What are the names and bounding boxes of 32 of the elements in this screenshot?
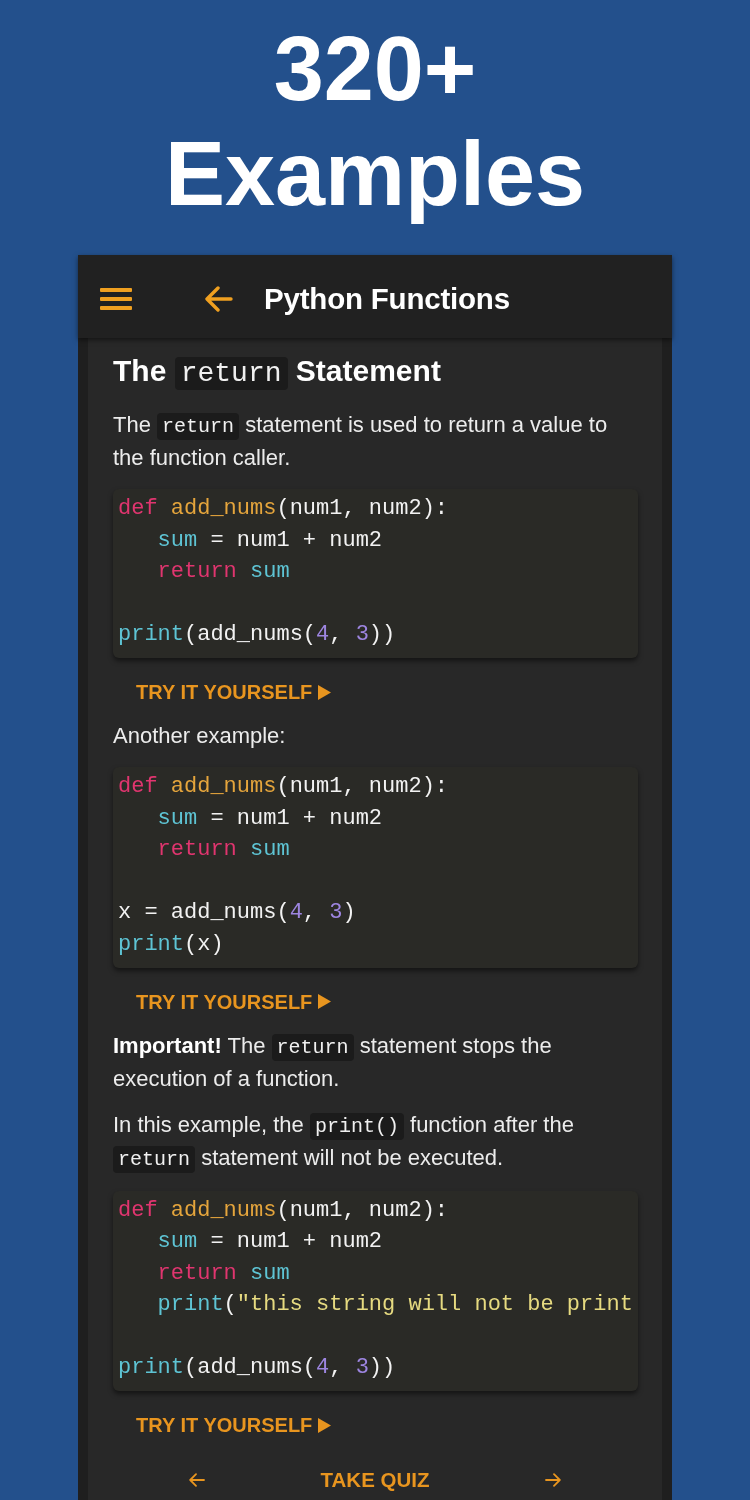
menu-icon bbox=[100, 288, 132, 310]
back-arrow-icon bbox=[205, 286, 233, 312]
take-quiz-button[interactable]: TAKE QUIZ bbox=[316, 1462, 434, 1499]
code-line: def add_nums(num1, num2): bbox=[118, 1196, 449, 1225]
try-it-yourself-link[interactable]: TRY IT YOURSELF bbox=[136, 983, 332, 1020]
try-it-yourself-link[interactable]: TRY IT YOURSELF bbox=[136, 674, 332, 711]
play-icon bbox=[318, 1417, 332, 1433]
paragraph: In this example, the print() function after the return statement will not be executed. bbox=[113, 1110, 575, 1175]
play-icon bbox=[318, 684, 332, 700]
code-line: print("this string will not be print bbox=[157, 1291, 633, 1320]
paragraph: Another example: bbox=[113, 722, 287, 751]
play-icon bbox=[318, 994, 332, 1010]
screen-title: Python Functions bbox=[264, 282, 510, 316]
code-line: print(add_nums(4, 3)) bbox=[118, 1354, 396, 1383]
try-it-yourself-link[interactable]: TRY IT YOURSELF bbox=[136, 1407, 332, 1444]
arrow-right-icon bbox=[545, 1473, 562, 1488]
code-line: def add_nums(num1, num2): bbox=[118, 495, 449, 523]
paragraph: Important! The return statement stops the execution of a function. bbox=[113, 1031, 553, 1093]
code-line: return sum bbox=[157, 1259, 290, 1288]
section-heading: The return Statement bbox=[113, 354, 441, 391]
code-line: return sum bbox=[157, 836, 290, 865]
code-line: def add_nums(num1, num2): bbox=[118, 773, 449, 802]
code-line: print(x) bbox=[118, 930, 224, 959]
arrow-left-icon bbox=[188, 1473, 205, 1488]
code-line: sum = num1 + num2 bbox=[157, 526, 383, 555]
code-line: print(add_nums(4, 3)) bbox=[118, 621, 396, 649]
code-line: return sum bbox=[157, 558, 290, 586]
paragraph: The return statement is used to return a value to the function caller. bbox=[113, 411, 609, 472]
code-line: sum = num1 + num2 bbox=[157, 1228, 383, 1257]
code-line: sum = num1 + num2 bbox=[157, 804, 383, 833]
code-line: x = add_nums(4, 3) bbox=[118, 899, 356, 928]
promo-title: 320+ Examples bbox=[163, 18, 587, 226]
